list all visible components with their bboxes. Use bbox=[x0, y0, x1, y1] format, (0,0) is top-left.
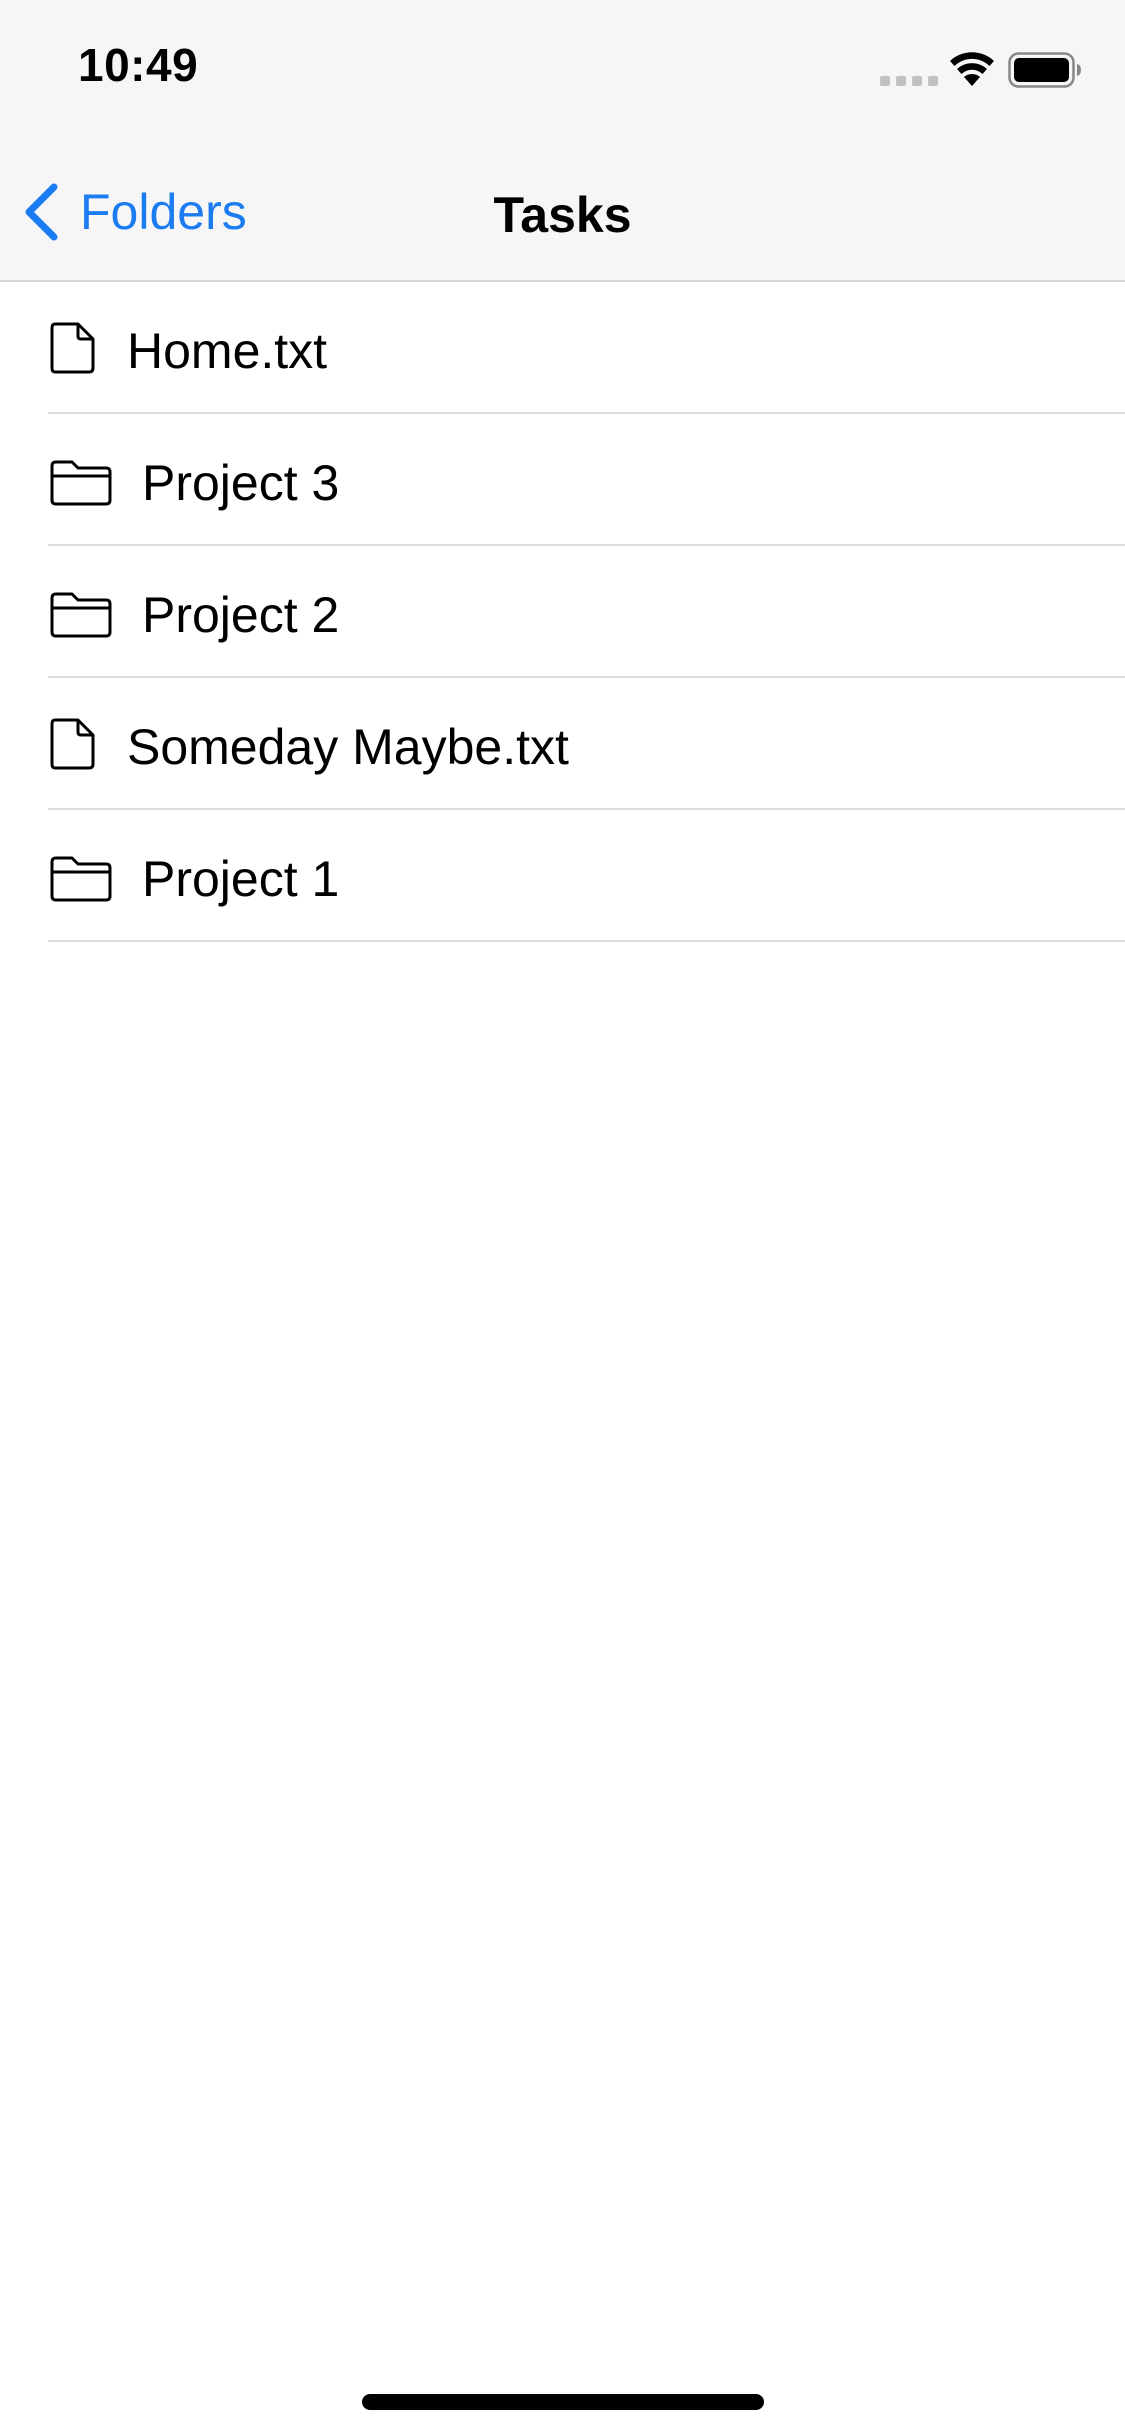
list-item[interactable]: Someday Maybe.txt bbox=[0, 678, 1125, 810]
navigation-bar: Folders Tasks bbox=[0, 132, 1125, 282]
file-list: Home.txt Project 3 Project 2 Someday May… bbox=[0, 282, 1125, 942]
list-item-label: Project 1 bbox=[142, 851, 340, 907]
folder-icon bbox=[50, 592, 112, 638]
list-item-label: Project 2 bbox=[142, 587, 340, 643]
status-time: 10:49 bbox=[78, 39, 199, 91]
list-item[interactable]: Project 1 bbox=[0, 810, 1125, 942]
file-icon bbox=[50, 322, 95, 374]
status-bar: 10:49 bbox=[0, 0, 1125, 132]
list-item[interactable]: Project 3 bbox=[0, 414, 1125, 546]
list-item-label: Someday Maybe.txt bbox=[127, 719, 569, 775]
page-title: Tasks bbox=[493, 187, 632, 243]
signal-dots-icon bbox=[880, 76, 938, 86]
home-indicator[interactable] bbox=[362, 2394, 764, 2410]
list-item[interactable]: Home.txt bbox=[0, 282, 1125, 414]
list-item-label: Project 3 bbox=[142, 455, 340, 511]
folder-icon bbox=[50, 460, 112, 506]
screen: 10:49 Folders Tasks Home.txt Project 3 P… bbox=[0, 0, 1125, 2436]
file-icon bbox=[50, 718, 95, 770]
list-item[interactable]: Project 2 bbox=[0, 546, 1125, 678]
folder-icon bbox=[50, 856, 112, 902]
wifi-icon bbox=[950, 52, 994, 86]
battery-icon bbox=[1008, 52, 1081, 88]
list-item-label: Home.txt bbox=[127, 323, 328, 379]
